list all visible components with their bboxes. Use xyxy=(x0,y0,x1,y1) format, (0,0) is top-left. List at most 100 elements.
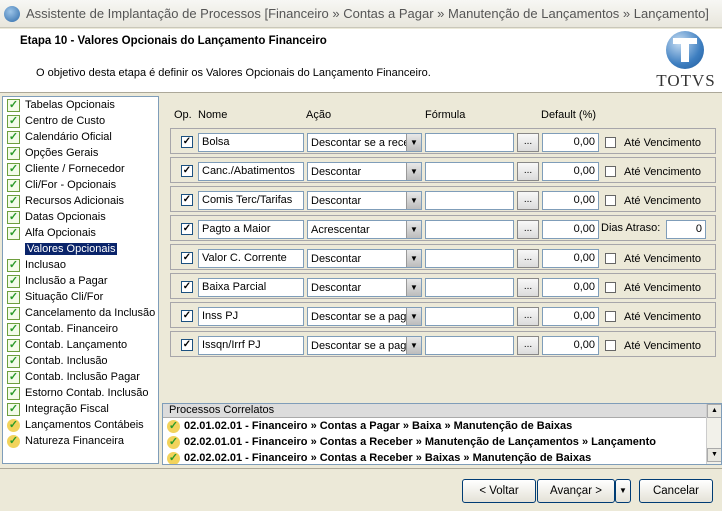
dias-atraso-field[interactable]: 0 xyxy=(666,220,706,239)
nav-item[interactable]: ✓ Recursos Adicionais xyxy=(3,193,158,209)
name-field[interactable]: Comis Terc/Tarifas xyxy=(198,191,304,210)
ate-vencimento-checkbox[interactable] xyxy=(605,311,616,322)
action-select[interactable]: Descontar ▼ xyxy=(307,249,422,268)
default-percent-field[interactable]: 0,00 xyxy=(542,249,599,268)
action-select[interactable]: Descontar ▼ xyxy=(307,278,422,297)
nav-item[interactable]: ✓ Datas Opcionais xyxy=(3,209,158,225)
chevron-down-icon[interactable]: ▼ xyxy=(406,134,421,151)
ate-vencimento-label: Até Vencimento xyxy=(624,195,702,207)
chevron-down-icon[interactable]: ▼ xyxy=(406,337,421,354)
ate-vencimento-checkbox[interactable] xyxy=(605,282,616,293)
enable-checkbox[interactable]: ✓ xyxy=(181,194,193,206)
formula-browse-button[interactable]: ... xyxy=(517,336,539,355)
nav-item[interactable]: ✓ Alfa Opcionais xyxy=(3,225,158,241)
chevron-down-icon[interactable]: ▼ xyxy=(406,308,421,325)
formula-field[interactable] xyxy=(425,336,514,355)
chevron-down-icon[interactable]: ▼ xyxy=(406,279,421,296)
enable-checkbox[interactable]: ✓ xyxy=(181,310,193,322)
action-select[interactable]: Descontar ▼ xyxy=(307,191,422,210)
nav-item[interactable]: ✓ Calendário Oficial xyxy=(3,129,158,145)
name-field[interactable]: Canc./Abatimentos xyxy=(198,162,304,181)
formula-browse-button[interactable]: ... xyxy=(517,278,539,297)
formula-browse-button[interactable]: ... xyxy=(517,220,539,239)
ate-vencimento-checkbox[interactable] xyxy=(605,166,616,177)
formula-field[interactable] xyxy=(425,249,514,268)
related-process-item[interactable]: ✓ 02.02.01.01 - Financeiro » Contas a Rec… xyxy=(163,434,721,450)
nav-item[interactable]: Valores Opcionais xyxy=(3,241,158,257)
formula-field[interactable] xyxy=(425,191,514,210)
nav-item[interactable]: ✓ Contab. Lançamento xyxy=(3,337,158,353)
nav-item[interactable]: ✓ Inclusao xyxy=(3,257,158,273)
name-field[interactable]: Pagto a Maior xyxy=(198,220,304,239)
ate-vencimento-checkbox[interactable] xyxy=(605,137,616,148)
nav-item[interactable]: ✓ Contab. Inclusão Pagar xyxy=(3,369,158,385)
steps-list[interactable]: ✓ Tabelas Opcionais ✓ Centro de Custo ✓ Calen… xyxy=(2,96,159,464)
default-percent-field[interactable]: 0,00 xyxy=(542,278,599,297)
ate-vencimento-checkbox[interactable] xyxy=(605,340,616,351)
chevron-down-icon[interactable]: ▼ xyxy=(406,163,421,180)
name-field[interactable]: Issqn/Irrf PJ xyxy=(198,336,304,355)
chevron-down-icon[interactable]: ▼ xyxy=(406,250,421,267)
enable-checkbox[interactable]: ✓ xyxy=(181,339,193,351)
nav-item[interactable]: ✓ Lançamentos Contábeis xyxy=(3,417,158,433)
nav-item[interactable]: ✓ Opções Gerais xyxy=(3,145,158,161)
nav-item[interactable]: ✓ Cliente / Fornecedor xyxy=(3,161,158,177)
nav-item[interactable]: ✓ Tabelas Opcionais xyxy=(3,97,158,113)
nav-item[interactable]: ✓ Integração Fiscal xyxy=(3,401,158,417)
back-button[interactable]: < Voltar xyxy=(462,479,536,503)
scroll-track[interactable] xyxy=(707,418,721,448)
next-dropdown-icon[interactable]: ▼ xyxy=(615,479,631,503)
vertical-scrollbar[interactable]: ▲ ▼ xyxy=(706,404,721,464)
default-percent-field[interactable]: 0,00 xyxy=(542,220,599,239)
action-select[interactable]: Descontar se a rece ▼ xyxy=(307,133,422,152)
next-button[interactable]: Avançar > xyxy=(537,479,615,503)
scroll-down-icon[interactable]: ▼ xyxy=(707,448,721,462)
nav-item[interactable]: ✓ Situação Cli/For xyxy=(3,289,158,305)
nav-item[interactable]: ✓ Cli/For - Opcionais xyxy=(3,177,158,193)
enable-checkbox[interactable]: ✓ xyxy=(181,223,193,235)
ate-vencimento-checkbox[interactable] xyxy=(605,253,616,264)
formula-browse-button[interactable]: ... xyxy=(517,133,539,152)
nav-item[interactable]: ✓ Inclusão a Pagar xyxy=(3,273,158,289)
enable-checkbox[interactable]: ✓ xyxy=(181,136,193,148)
action-select[interactable]: Descontar se a pag ▼ xyxy=(307,307,422,326)
enable-checkbox[interactable]: ✓ xyxy=(181,281,193,293)
enable-checkbox[interactable]: ✓ xyxy=(181,252,193,264)
cancel-button[interactable]: Cancelar xyxy=(639,479,713,503)
name-field[interactable]: Baixa Parcial xyxy=(198,278,304,297)
action-select[interactable]: Descontar ▼ xyxy=(307,162,422,181)
action-select[interactable]: Descontar se a pag ▼ xyxy=(307,336,422,355)
formula-field[interactable] xyxy=(425,307,514,326)
formula-field[interactable] xyxy=(425,220,514,239)
formula-browse-button[interactable]: ... xyxy=(517,191,539,210)
formula-browse-button[interactable]: ... xyxy=(517,307,539,326)
ate-vencimento-checkbox[interactable] xyxy=(605,195,616,206)
formula-browse-button[interactable]: ... xyxy=(517,162,539,181)
nav-item[interactable]: ✓ Natureza Financeira xyxy=(3,433,158,449)
nav-item[interactable]: ✓ Centro de Custo xyxy=(3,113,158,129)
name-field[interactable]: Valor C. Corrente xyxy=(198,249,304,268)
default-percent-field[interactable]: 0,00 xyxy=(542,162,599,181)
scroll-up-icon[interactable]: ▲ xyxy=(707,404,721,418)
action-select[interactable]: Acrescentar ▼ xyxy=(307,220,422,239)
nav-item[interactable]: ✓ Contab. Inclusão xyxy=(3,353,158,369)
formula-field[interactable] xyxy=(425,133,514,152)
default-percent-field[interactable]: 0,00 xyxy=(542,336,599,355)
default-percent-field[interactable]: 0,00 xyxy=(542,191,599,210)
name-field[interactable]: Bolsa xyxy=(198,133,304,152)
name-field[interactable]: Inss PJ xyxy=(198,307,304,326)
nav-item[interactable]: ✓ Estorno Contab. Inclusão xyxy=(3,385,158,401)
formula-field[interactable] xyxy=(425,162,514,181)
formula-field[interactable] xyxy=(425,278,514,297)
related-process-item[interactable]: ✓ 02.02.02.01 - Financeiro » Contas a Rec… xyxy=(163,450,721,464)
enable-checkbox[interactable]: ✓ xyxy=(181,165,193,177)
process-status-icon: ✓ xyxy=(167,419,180,433)
nav-item[interactable]: ✓ Contab. Financeiro xyxy=(3,321,158,337)
default-percent-field[interactable]: 0,00 xyxy=(542,307,599,326)
default-percent-field[interactable]: 0,00 xyxy=(542,133,599,152)
formula-browse-button[interactable]: ... xyxy=(517,249,539,268)
chevron-down-icon[interactable]: ▼ xyxy=(406,192,421,209)
nav-item[interactable]: ✓ Cancelamento da Inclusão xyxy=(3,305,158,321)
related-process-item[interactable]: ✓ 02.01.02.01 - Financeiro » Contas a Pag… xyxy=(163,418,721,434)
chevron-down-icon[interactable]: ▼ xyxy=(406,221,421,238)
